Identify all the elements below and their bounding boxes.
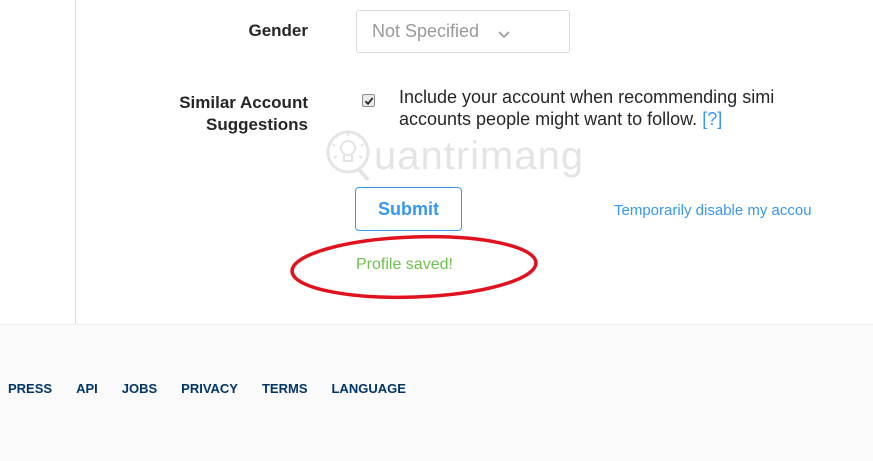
- footer-link-api[interactable]: API: [76, 381, 98, 396]
- similar-account-desc-text: accounts people might want to follow.: [399, 109, 698, 129]
- watermark-text: uantrimang: [374, 134, 585, 178]
- footer-nav: PRESS API JOBS PRIVACY TERMS LANGUAGE: [8, 381, 430, 396]
- similar-account-desc-line2: accounts people might want to follow. [?…: [399, 108, 869, 130]
- profile-saved-message: Profile saved!: [356, 256, 453, 273]
- footer: PRESS API JOBS PRIVACY TERMS LANGUAGE: [0, 324, 873, 461]
- footer-link-language[interactable]: LANGUAGE: [331, 381, 405, 396]
- similar-account-label-line1: Similar Account: [179, 93, 308, 112]
- gender-select-value: Not Specified: [372, 21, 480, 41]
- similar-account-checkbox[interactable]: [362, 94, 375, 107]
- gender-select[interactable]: Not Specified: [356, 10, 570, 53]
- similar-account-label-line2: Suggestions: [205, 115, 308, 134]
- footer-link-press[interactable]: PRESS: [8, 381, 52, 396]
- chevron-down-icon: [497, 25, 511, 39]
- footer-link-terms[interactable]: TERMS: [262, 381, 308, 396]
- footer-link-jobs[interactable]: JOBS: [122, 381, 157, 396]
- similar-account-description: Include your account when recommending s…: [399, 86, 869, 130]
- watermark-logo: uantrimang: [322, 124, 622, 188]
- sidebar-divider: [75, 0, 76, 324]
- lightbulb-icon: [326, 130, 370, 182]
- settings-form: Gender Not Specified Similar Account Sug…: [0, 0, 873, 324]
- help-link[interactable]: [?]: [702, 109, 722, 129]
- checkmark-icon: [364, 97, 374, 106]
- disable-account-link[interactable]: Temporarily disable my accou: [614, 202, 812, 219]
- submit-button[interactable]: Submit: [355, 187, 462, 231]
- similar-account-desc-line1: Include your account when recommending s…: [399, 87, 775, 107]
- footer-link-privacy[interactable]: PRIVACY: [181, 381, 238, 396]
- gender-label: Gender: [248, 21, 308, 40]
- similar-account-label: Similar Account Suggestions: [179, 92, 308, 136]
